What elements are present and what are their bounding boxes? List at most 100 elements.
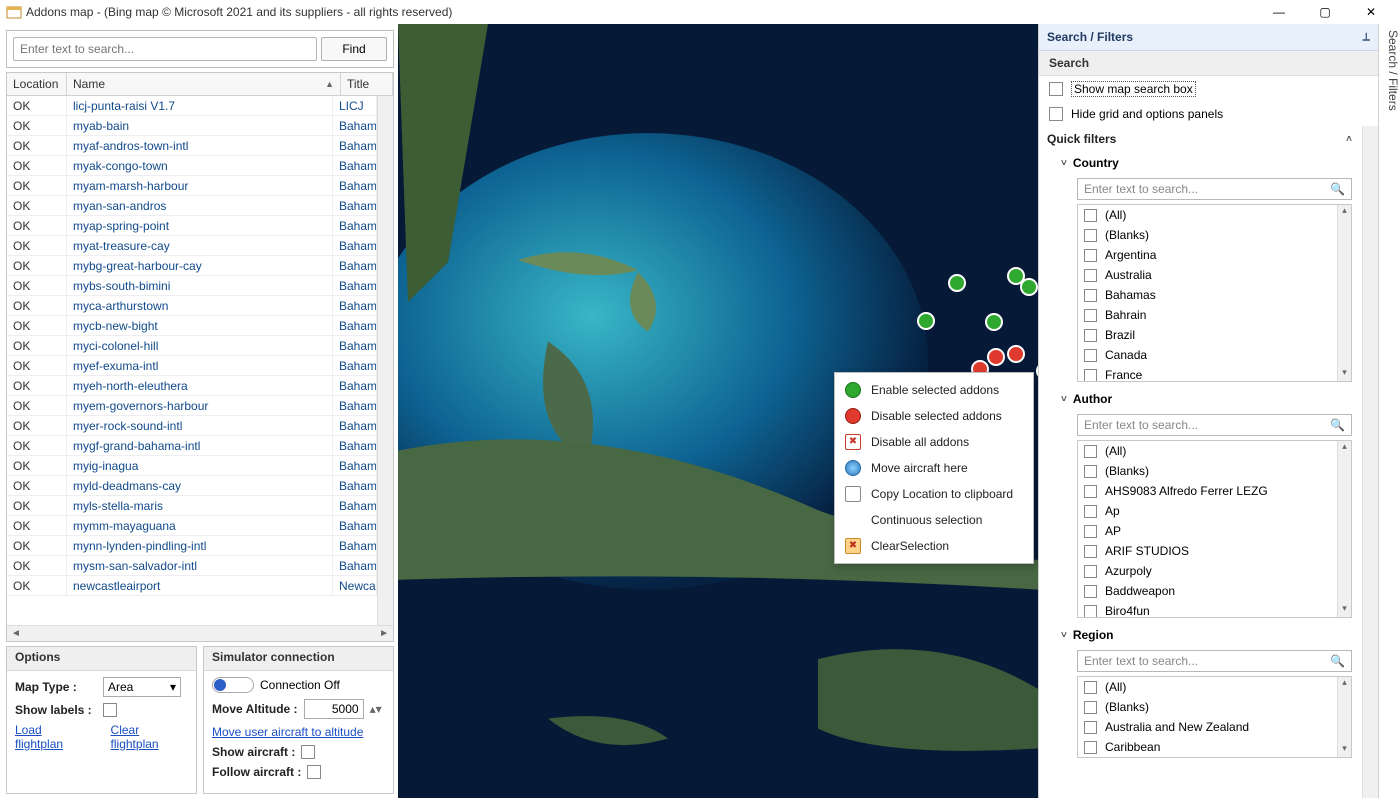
map-marker[interactable]: [948, 274, 966, 292]
filter-checkbox[interactable]: [1084, 249, 1097, 262]
table-row[interactable]: OK mysm-san-salvador-intl Baham: [7, 556, 377, 576]
filter-search-input[interactable]: Enter text to search...🔍: [1077, 650, 1352, 672]
table-row[interactable]: OK myeh-north-eleuthera Baham: [7, 376, 377, 396]
filter-item[interactable]: Australia and New Zealand: [1078, 717, 1337, 737]
filter-item[interactable]: Ap: [1078, 501, 1337, 521]
filter-checkbox[interactable]: [1084, 605, 1097, 618]
table-row[interactable]: OK mycb-new-bight Baham: [7, 316, 377, 336]
map-marker[interactable]: [985, 313, 1003, 331]
filter-checkbox[interactable]: [1084, 681, 1097, 694]
context-menu-item[interactable]: Enable selected addons: [835, 377, 1033, 403]
filter-item[interactable]: (All): [1078, 677, 1337, 697]
close-button[interactable]: ✕: [1348, 0, 1394, 24]
follow-aircraft-checkbox[interactable]: [307, 765, 321, 779]
load-flightplan-link[interactable]: Load flightplan: [15, 723, 91, 751]
filter-item[interactable]: Bahamas: [1078, 285, 1337, 305]
find-button[interactable]: Find: [321, 37, 387, 61]
filter-checkbox[interactable]: [1084, 565, 1097, 578]
filter-item[interactable]: France: [1078, 365, 1337, 381]
table-row[interactable]: OK myef-exuma-intl Baham: [7, 356, 377, 376]
filter-checkbox[interactable]: [1084, 289, 1097, 302]
filter-checkbox[interactable]: [1084, 465, 1097, 478]
filter-item[interactable]: AHS9083 Alfredo Ferrer LEZG: [1078, 481, 1337, 501]
filter-item[interactable]: (All): [1078, 205, 1337, 225]
filter-item[interactable]: ARIF STUDIOS: [1078, 541, 1337, 561]
filter-group-header[interactable]: ˅Region: [1039, 624, 1360, 646]
minimize-button[interactable]: —: [1256, 0, 1302, 24]
context-menu-item[interactable]: Move aircraft here: [835, 455, 1033, 481]
filter-checkbox[interactable]: [1084, 329, 1097, 342]
filter-item[interactable]: Brazil: [1078, 325, 1337, 345]
col-title[interactable]: Title: [341, 73, 393, 95]
filter-item[interactable]: Biro4fun: [1078, 601, 1337, 617]
filter-item[interactable]: (Blanks): [1078, 697, 1337, 717]
search-input[interactable]: [13, 37, 317, 61]
filter-item[interactable]: AP: [1078, 521, 1337, 541]
table-row[interactable]: OK myem-governors-harbour Baham: [7, 396, 377, 416]
context-menu-item[interactable]: ✖Disable all addons: [835, 429, 1033, 455]
col-name[interactable]: Name▲: [67, 73, 341, 95]
table-row[interactable]: OK myci-colonel-hill Baham: [7, 336, 377, 356]
context-menu-item[interactable]: ✖ClearSelection: [835, 533, 1033, 559]
move-altitude-input[interactable]: [304, 699, 364, 719]
filter-checkbox[interactable]: [1084, 369, 1097, 382]
quick-filters-header[interactable]: Quick filters ˄: [1039, 126, 1360, 152]
filter-checkbox[interactable]: [1084, 269, 1097, 282]
col-location[interactable]: Location: [7, 73, 67, 95]
table-row[interactable]: OK myab-bain Baham: [7, 116, 377, 136]
map-marker[interactable]: [917, 312, 935, 330]
filter-checkbox[interactable]: [1084, 545, 1097, 558]
pin-icon[interactable]: ⟂: [1363, 31, 1370, 44]
context-menu-item[interactable]: Continuous selection: [835, 507, 1033, 533]
table-row[interactable]: OK myak-congo-town Baham: [7, 156, 377, 176]
table-row[interactable]: OK mybg-great-harbour-cay Baham: [7, 256, 377, 276]
table-row[interactable]: OK mymm-mayaguana Baham: [7, 516, 377, 536]
filter-item[interactable]: (Blanks): [1078, 461, 1337, 481]
map-marker[interactable]: [1020, 278, 1038, 296]
filter-item[interactable]: Canada: [1078, 345, 1337, 365]
filters-vertical-scrollbar[interactable]: [1362, 126, 1378, 798]
move-aircraft-link[interactable]: Move user aircraft to altitude: [212, 725, 363, 739]
table-row[interactable]: OK mygf-grand-bahama-intl Baham: [7, 436, 377, 456]
show-aircraft-checkbox[interactable]: [301, 745, 315, 759]
filter-checkbox[interactable]: [1084, 445, 1097, 458]
filter-checkbox[interactable]: [1084, 721, 1097, 734]
table-row[interactable]: OK myam-marsh-harbour Baham: [7, 176, 377, 196]
context-menu-item[interactable]: Copy Location to clipboard: [835, 481, 1033, 507]
map-marker[interactable]: [987, 348, 1005, 366]
table-row[interactable]: OK mynn-lynden-pindling-intl Baham: [7, 536, 377, 556]
filter-checkbox[interactable]: [1084, 229, 1097, 242]
filter-list-scrollbar[interactable]: ▴▾: [1337, 441, 1351, 617]
maximize-button[interactable]: ▢: [1302, 0, 1348, 24]
filter-checkbox[interactable]: [1084, 525, 1097, 538]
table-row[interactable]: OK myca-arthurstown Baham: [7, 296, 377, 316]
table-row[interactable]: OK myat-treasure-cay Baham: [7, 236, 377, 256]
table-row[interactable]: OK myld-deadmans-cay Baham: [7, 476, 377, 496]
connection-toggle[interactable]: [212, 677, 254, 693]
filter-item[interactable]: Argentina: [1078, 245, 1337, 265]
filter-list-scrollbar[interactable]: ▴▾: [1337, 677, 1351, 757]
filter-checkbox[interactable]: [1084, 701, 1097, 714]
filter-item[interactable]: Caribbean: [1078, 737, 1337, 757]
hide-panels-checkbox[interactable]: [1049, 107, 1063, 121]
filter-item[interactable]: (All): [1078, 441, 1337, 461]
filter-item[interactable]: Azurpoly: [1078, 561, 1337, 581]
table-row[interactable]: OK myig-inagua Baham: [7, 456, 377, 476]
clear-flightplan-link[interactable]: Clear flightplan: [111, 723, 188, 751]
table-row[interactable]: OK myap-spring-point Baham: [7, 216, 377, 236]
filter-list-scrollbar[interactable]: ▴▾: [1337, 205, 1351, 381]
table-row[interactable]: OK myls-stella-maris Baham: [7, 496, 377, 516]
filter-checkbox[interactable]: [1084, 485, 1097, 498]
filter-checkbox[interactable]: [1084, 585, 1097, 598]
table-row[interactable]: OK myan-san-andros Baham: [7, 196, 377, 216]
table-row[interactable]: OK newcastleairport Newca: [7, 576, 377, 596]
map-canvas[interactable]: Enable selected addonsDisable selected a…: [398, 24, 1038, 798]
filter-checkbox[interactable]: [1084, 505, 1097, 518]
table-row[interactable]: OK licj-punta-raisi V1.7 LICJ: [7, 96, 377, 116]
show-labels-checkbox[interactable]: [103, 703, 117, 717]
table-row[interactable]: OK myer-rock-sound-intl Baham: [7, 416, 377, 436]
filter-checkbox[interactable]: [1084, 741, 1097, 754]
filter-search-input[interactable]: Enter text to search...🔍: [1077, 178, 1352, 200]
vertical-tab-search-filters[interactable]: Search / Filters: [1378, 24, 1400, 798]
filter-item[interactable]: (Blanks): [1078, 225, 1337, 245]
